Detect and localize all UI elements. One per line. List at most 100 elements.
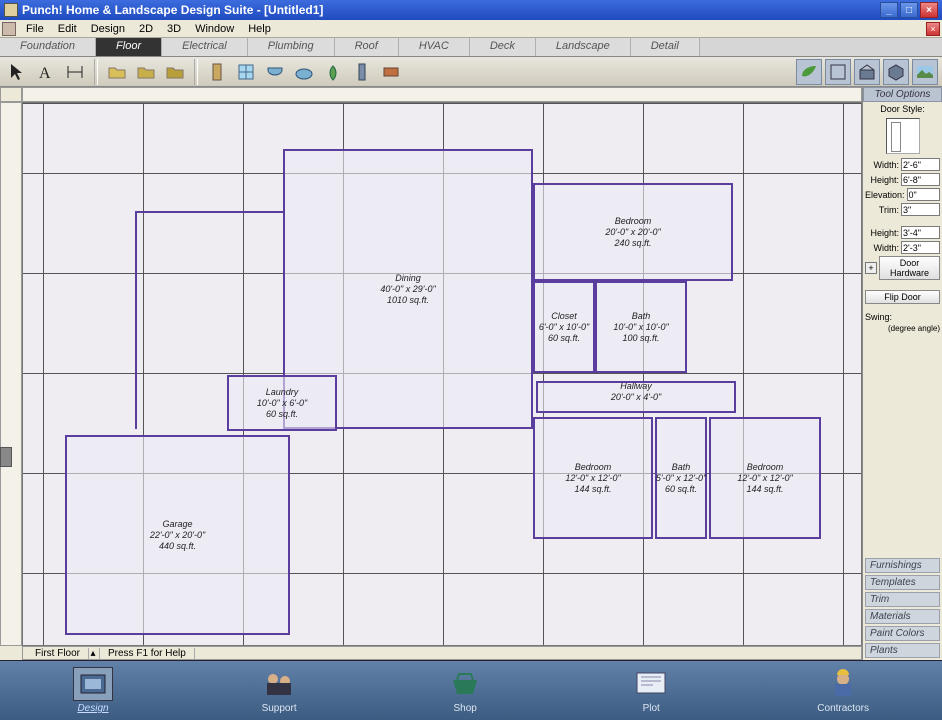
menu-help[interactable]: Help (241, 23, 278, 35)
door-tool[interactable] (204, 59, 230, 85)
width-label: Width: (865, 160, 899, 170)
menu-file[interactable]: File (19, 23, 51, 35)
menu-design[interactable]: Design (84, 23, 132, 35)
maximize-button[interactable]: □ (900, 2, 918, 18)
nav-design[interactable]: Design (73, 667, 113, 714)
sink-tool[interactable] (262, 59, 288, 85)
room-label-bedroom2: Bedroom12'-0" x 12'-0"144 sq.ft. (533, 462, 653, 495)
leaf-view-icon[interactable] (796, 59, 822, 85)
status-bar: First Floor ▴ Press F1 for Help (22, 646, 862, 660)
pointer-tool[interactable] (4, 59, 30, 85)
document-close-button[interactable]: × (926, 22, 940, 36)
room-label-bath1: Bath10'-0" x 10'-0"100 sq.ft. (595, 311, 687, 344)
menu-window[interactable]: Window (188, 23, 241, 35)
doc-icon (2, 22, 16, 36)
flip-door-button[interactable]: Flip Door (865, 290, 940, 304)
tab-floor[interactable]: Floor (96, 38, 162, 56)
room-label-bath2: Bath5'-0" x 12'-0"60 sq.ft. (655, 462, 707, 495)
plant-tool[interactable] (320, 59, 346, 85)
minimize-button[interactable]: _ (880, 2, 898, 18)
tub-tool[interactable] (291, 59, 317, 85)
title-bar: Punch! Home & Landscape Design Suite - [… (0, 0, 942, 20)
window-tool[interactable] (233, 59, 259, 85)
nav-support[interactable]: Support (259, 667, 299, 714)
acc-templates[interactable]: Templates (865, 575, 940, 590)
view-photo-icon[interactable] (912, 59, 938, 85)
floor-up-icon[interactable]: ▴ (89, 648, 97, 659)
main-area: Dining40'-0" x 29'-0"1010 sq.ft. Laundry1… (0, 87, 942, 660)
door-style-label: Door Style: (865, 104, 940, 114)
room-label-bedroom1: Bedroom20'-0" x 20'-0"240 sq.ft. (533, 216, 733, 249)
close-button[interactable]: × (920, 2, 938, 18)
elevation-label: Elevation: (865, 190, 905, 200)
ruler-corner (0, 87, 22, 102)
measure-tool[interactable] (62, 59, 88, 85)
width-input[interactable] (901, 158, 940, 171)
side-flyout-handle[interactable] (0, 447, 12, 467)
nav-shop[interactable]: Shop (445, 667, 485, 714)
tab-plumbing[interactable]: Plumbing (248, 38, 335, 56)
floorplan-canvas[interactable]: Dining40'-0" x 29'-0"1010 sq.ft. Laundry1… (22, 102, 862, 646)
height-input[interactable] (901, 173, 940, 186)
width2-input[interactable] (901, 241, 940, 254)
acc-trim[interactable]: Trim (865, 592, 940, 607)
door-hardware-button[interactable]: Door Hardware (879, 256, 940, 280)
acc-materials[interactable]: Materials (865, 609, 940, 624)
plan-tabs: Foundation Floor Electrical Plumbing Roo… (0, 38, 942, 57)
swing-label: Swing: (865, 312, 940, 322)
height2-input[interactable] (901, 226, 940, 239)
folder2-icon[interactable] (133, 59, 159, 85)
height2-label: Height: (865, 228, 899, 238)
window-title: Punch! Home & Landscape Design Suite - [… (22, 3, 880, 17)
ruler-vertical (0, 102, 22, 646)
svg-text:A: A (39, 65, 51, 82)
view-3d-icon[interactable] (883, 59, 909, 85)
tab-foundation[interactable]: Foundation (0, 38, 96, 56)
grid-line (23, 103, 861, 104)
nav-plot[interactable]: Plot (631, 667, 671, 714)
column-tool[interactable] (349, 59, 375, 85)
tab-hvac[interactable]: HVAC (399, 38, 470, 56)
plot-icon (631, 667, 671, 701)
tab-roof[interactable]: Roof (335, 38, 399, 56)
bottom-nav: Design Support Shop Plot Contractors (0, 660, 942, 720)
hardware-plus-icon[interactable]: + (865, 262, 877, 274)
grid-line (843, 103, 844, 645)
door-style-thumb[interactable] (886, 118, 920, 154)
room-label-bedroom3: Bedroom12'-0" x 12'-0"144 sq.ft. (709, 462, 821, 495)
folder1-icon[interactable] (104, 59, 130, 85)
app-icon (4, 3, 18, 17)
acc-furnishings[interactable]: Furnishings (865, 558, 940, 573)
design-icon (73, 667, 113, 701)
tab-electrical[interactable]: Electrical (162, 38, 248, 56)
grid-line (743, 103, 744, 645)
menu-bar: File Edit Design 2D 3D Window Help (0, 20, 942, 38)
shop-icon (445, 667, 485, 701)
view-elevation-icon[interactable] (854, 59, 880, 85)
acc-plants[interactable]: Plants (865, 643, 940, 658)
support-icon (259, 667, 299, 701)
menu-edit[interactable]: Edit (51, 23, 84, 35)
folder3-icon[interactable] (162, 59, 188, 85)
room-label-laundry: Laundry10'-0" x 6'-0"60 sq.ft. (227, 387, 337, 420)
room-label-garage: Garage22'-0" x 20'-0"440 sq.ft. (65, 519, 290, 552)
menu-2d[interactable]: 2D (132, 23, 160, 35)
nav-contractors[interactable]: Contractors (817, 667, 869, 714)
brick-tool[interactable] (378, 59, 404, 85)
tab-landscape[interactable]: Landscape (536, 38, 631, 56)
swing-sub: (degree angle) (865, 324, 940, 333)
tab-detail[interactable]: Detail (631, 38, 700, 56)
acc-paint[interactable]: Paint Colors (865, 626, 940, 641)
status-floor[interactable]: First Floor (27, 648, 89, 659)
view-2d-icon[interactable] (825, 59, 851, 85)
trim-input[interactable] (901, 203, 940, 216)
menu-3d[interactable]: 3D (160, 23, 188, 35)
text-tool[interactable]: A (33, 59, 59, 85)
contractors-icon (823, 667, 863, 701)
room-label-hall: Hallway20'-0" x 4'-0" (536, 381, 736, 403)
ruler-horizontal (22, 87, 862, 102)
room-label-dining: Dining40'-0" x 29'-0"1010 sq.ft. (283, 273, 533, 306)
trim-label: Trim: (865, 205, 899, 215)
elevation-input[interactable] (907, 188, 940, 201)
tab-deck[interactable]: Deck (470, 38, 536, 56)
